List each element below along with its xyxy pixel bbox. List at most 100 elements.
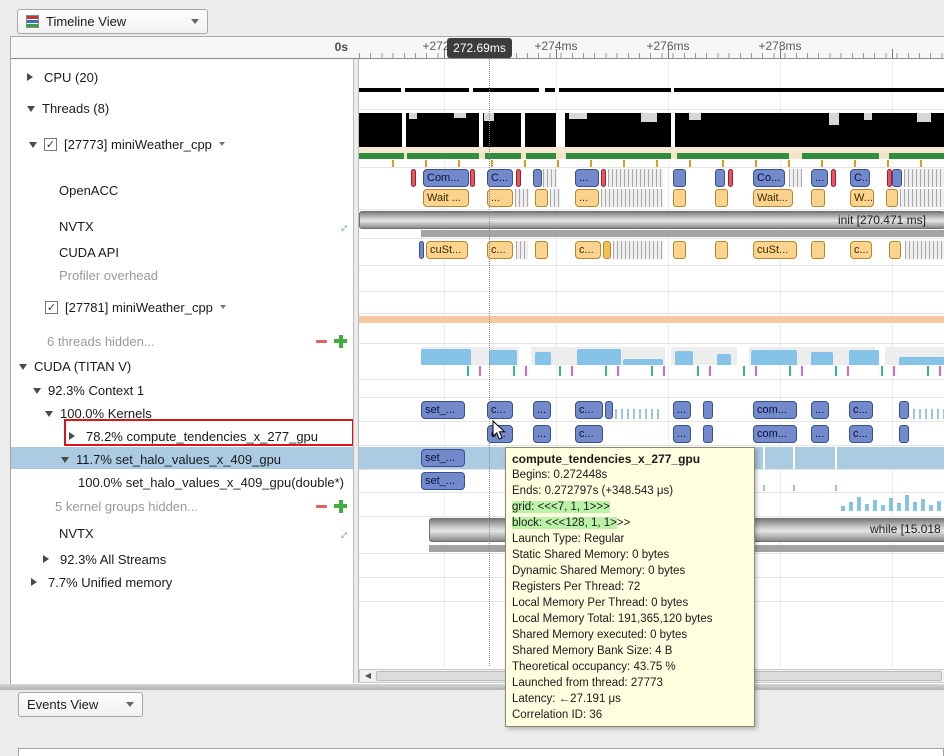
tree-row-threads-hidden[interactable]: 6 threads hidden... xyxy=(47,331,347,351)
nvtx-init-range[interactable]: init [270.471 ms] xyxy=(359,211,944,229)
row-menu-caret-icon[interactable] xyxy=(219,142,225,149)
kernel-density-mound[interactable] xyxy=(421,349,471,365)
expand-arrow-icon[interactable] xyxy=(19,364,27,374)
kernel-density-mound[interactable] xyxy=(675,351,693,365)
kernel-sliver[interactable] xyxy=(703,425,713,443)
compute-kernel-chip[interactable]: c... xyxy=(575,425,603,443)
hidden-threads-band[interactable] xyxy=(359,316,944,323)
panel-divider[interactable] xyxy=(0,684,944,690)
openacc-event-sliver[interactable] xyxy=(516,169,521,187)
row-menu-caret-icon[interactable] xyxy=(220,305,226,312)
openacc-event-sliver[interactable] xyxy=(715,189,728,207)
cuda-api-event-sliver[interactable] xyxy=(715,241,728,259)
compute-kernel-chip[interactable]: c... xyxy=(849,425,873,443)
openacc-event-sliver[interactable] xyxy=(886,189,898,207)
nvtx-init-subrange[interactable] xyxy=(421,230,944,237)
openacc-compute-chip[interactable]: Co... xyxy=(753,169,785,187)
openacc-event-sliver[interactable] xyxy=(673,189,686,207)
openacc-dense-events[interactable] xyxy=(601,189,663,207)
thread-checkbox[interactable]: ✓ xyxy=(44,138,57,151)
cuda-api-event-sliver[interactable] xyxy=(535,241,548,259)
show-row-icon[interactable] xyxy=(334,335,347,348)
cuda-api-event-sliver[interactable] xyxy=(603,241,611,259)
kernel-density-mound[interactable] xyxy=(899,357,944,365)
openacc-dense-events[interactable] xyxy=(608,169,663,187)
compute-kernel-chip[interactable]: ... xyxy=(811,425,829,443)
openacc-compute-chip[interactable]: ... xyxy=(811,169,828,187)
tree-row-set-halo-full[interactable]: 100.0% set_halo_values_x_409_gpu(double*… xyxy=(78,472,344,492)
kernel-sliver[interactable] xyxy=(703,401,713,419)
openacc-wait-chip[interactable]: ... xyxy=(487,189,513,207)
openacc-event-sliver[interactable] xyxy=(533,169,542,187)
expand-arrow-icon[interactable] xyxy=(27,106,35,116)
tree-row-openacc[interactable]: OpenACC xyxy=(59,180,118,200)
kernel-sliver[interactable] xyxy=(899,425,909,443)
openacc-compute-chip[interactable]: C... xyxy=(487,169,513,187)
cuda-api-event-sliver[interactable] xyxy=(889,241,901,259)
kernel-sliver[interactable] xyxy=(899,401,909,419)
kernel-density-mound[interactable] xyxy=(849,350,879,365)
cuda-api-dense-events[interactable] xyxy=(905,241,944,259)
openacc-event-sliver[interactable] xyxy=(535,189,548,207)
kernel-chip[interactable]: c... xyxy=(487,401,513,419)
openacc-event-sliver[interactable] xyxy=(811,189,825,207)
kernel-chip[interactable]: ... xyxy=(533,401,551,419)
expand-arrow-icon[interactable] xyxy=(29,142,37,152)
events-view-dropdown[interactable]: Events View xyxy=(18,692,143,717)
openacc-dense-events[interactable] xyxy=(900,189,944,207)
compute-kernel-chip[interactable]: ... xyxy=(673,425,691,443)
openacc-event-sliver[interactable] xyxy=(892,169,902,187)
memory-ops-ticks[interactable] xyxy=(449,366,944,376)
openacc-wait-chip[interactable]: W... xyxy=(850,189,874,207)
cuda-api-event-sliver[interactable] xyxy=(811,241,825,259)
expand-row-icon[interactable]: ↔ xyxy=(333,523,353,543)
view-selector-dropdown[interactable]: Timeline View xyxy=(17,9,208,34)
tree-row-nvtx-27773[interactable]: NVTX ↔ xyxy=(59,216,349,236)
time-ruler[interactable]: 0s +272ms +274ms +276ms +278ms 272.69ms xyxy=(11,37,944,59)
openacc-wait-chip[interactable]: Wait ... xyxy=(423,189,469,207)
kernel-chip[interactable]: com... xyxy=(753,401,797,419)
kernel-chip[interactable]: ... xyxy=(673,401,691,419)
openacc-compute-chip[interactable]: C... xyxy=(850,169,870,187)
set-halo-chip[interactable]: set_... xyxy=(421,449,465,467)
collapse-arrow-icon[interactable] xyxy=(27,73,37,81)
kernel-minihist[interactable] xyxy=(913,409,944,419)
kernel-chip[interactable]: c... xyxy=(849,401,873,419)
expand-arrow-icon[interactable] xyxy=(45,411,53,421)
openacc-event-sliver[interactable] xyxy=(601,169,606,187)
openacc-dense-events[interactable] xyxy=(543,169,557,187)
kernel-density-mound[interactable] xyxy=(751,350,797,365)
show-row-icon[interactable] xyxy=(334,500,347,513)
kernel-minihist[interactable] xyxy=(615,409,661,419)
kernel-density-mound[interactable] xyxy=(577,349,621,365)
openacc-compute-chip[interactable]: Com... xyxy=(423,169,469,187)
collapse-arrow-icon[interactable] xyxy=(31,578,41,586)
kernel-density-mound[interactable] xyxy=(535,352,551,365)
openacc-wait-chip[interactable]: ... xyxy=(575,189,599,207)
cuda-api-chip[interactable]: cuSt... xyxy=(753,241,797,259)
tree-row-cuda-gpu[interactable]: CUDA (TITAN V) xyxy=(19,356,131,376)
cuda-api-dense-events[interactable] xyxy=(613,241,663,259)
kernel-chip[interactable]: c... xyxy=(575,401,603,419)
openacc-dense-events[interactable] xyxy=(550,189,560,207)
tree-row-kernel-groups-hidden[interactable]: 5 kernel groups hidden... xyxy=(55,496,347,516)
openacc-event-sliver[interactable] xyxy=(728,169,733,187)
cpu-utilization-track[interactable] xyxy=(359,88,944,92)
scroll-left-arrow-icon[interactable]: ◀ xyxy=(362,670,374,682)
cuda-api-chip[interactable]: c... xyxy=(487,241,513,259)
expand-row-icon[interactable]: ↔ xyxy=(333,216,353,236)
kernel-sliver[interactable] xyxy=(605,401,613,419)
openacc-event-sliver[interactable] xyxy=(715,169,725,187)
tree-row-thread-27781[interactable]: ✓ [27781] miniWeather_cpp xyxy=(45,297,226,317)
tree-row-set-halo[interactable]: 11.7% set_halo_values_x_409_gpu xyxy=(61,449,281,469)
cuda-api-event-sliver[interactable] xyxy=(419,241,424,259)
cuda-api-chip[interactable]: c... xyxy=(575,241,601,259)
collapse-arrow-icon[interactable] xyxy=(43,555,53,563)
openacc-dense-events[interactable] xyxy=(904,169,944,187)
tree-row-nvtx-stream[interactable]: NVTX ↔ xyxy=(59,523,349,543)
cuda-api-event-sliver[interactable] xyxy=(673,241,686,259)
openacc-event-sliver[interactable] xyxy=(411,169,416,187)
openacc-event-sliver[interactable] xyxy=(673,169,686,187)
tree-row-profiler-overhead[interactable]: Profiler overhead xyxy=(59,265,158,285)
kernel-density-mound[interactable] xyxy=(623,359,663,365)
